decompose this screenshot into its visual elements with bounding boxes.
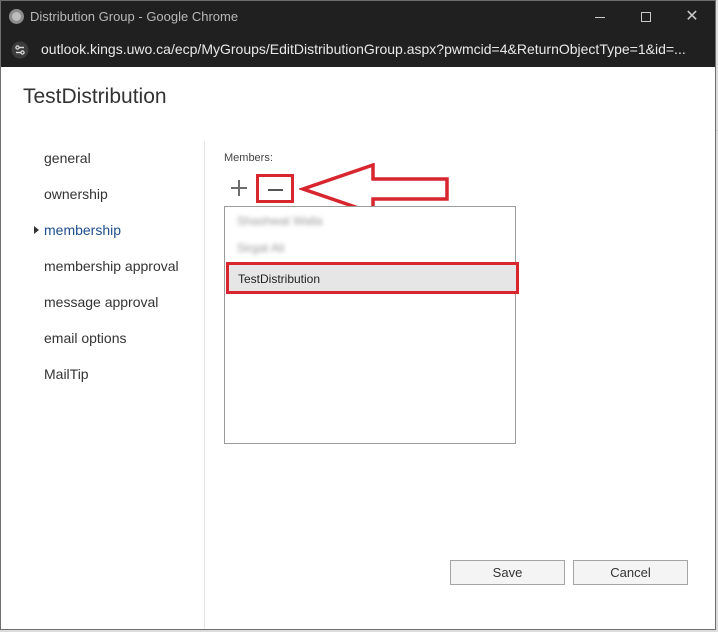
minimize-icon (595, 16, 605, 18)
popup-window: Distribution Group - Google Chrome ✕ out… (0, 0, 716, 630)
selected-list-item[interactable]: TestDistribution (226, 262, 519, 294)
nav-item-membership-approval[interactable]: membership approval (44, 258, 179, 274)
nav-item-general[interactable]: general (44, 150, 91, 166)
window-title: Distribution Group - Google Chrome (30, 9, 239, 24)
close-icon: ✕ (685, 8, 699, 25)
members-label: Members: (224, 152, 273, 164)
cancel-button[interactable]: Cancel (573, 560, 688, 585)
nav-item-email-options[interactable]: email options (44, 330, 127, 346)
close-button[interactable]: ✕ (669, 1, 715, 33)
nav-item-message-approval[interactable]: message approval (44, 294, 158, 310)
list-item[interactable]: Shashwat Walla (237, 214, 323, 228)
minimize-button[interactable] (577, 1, 623, 33)
nav-item-mailtip[interactable]: MailTip (44, 366, 89, 382)
list-item[interactable]: Sirgat Ali (237, 241, 284, 255)
maximize-icon (641, 12, 651, 23)
remove-member-button[interactable] (256, 174, 294, 203)
page-title: TestDistribution (23, 85, 167, 108)
maximize-button[interactable] (623, 1, 669, 33)
url-text[interactable]: outlook.kings.uwo.ca/ecp/MyGroups/EditDi… (41, 41, 709, 57)
nav-divider (204, 141, 205, 629)
chrome-icon (9, 9, 24, 24)
site-settings-icon[interactable] (11, 41, 29, 59)
add-member-icon[interactable] (230, 179, 248, 197)
nav-item-membership[interactable]: membership (44, 222, 121, 238)
selected-member-name: TestDistribution (238, 272, 321, 286)
save-button[interactable]: Save (450, 560, 565, 585)
active-arrow-icon (34, 226, 39, 234)
address-bar: outlook.kings.uwo.ca/ecp/MyGroups/EditDi… (1, 33, 715, 67)
title-bar: Distribution Group - Google Chrome ✕ (1, 1, 715, 33)
members-list: Shashwat Walla Sirgat Ali TestDistributi… (224, 206, 519, 444)
nav-item-ownership[interactable]: ownership (44, 186, 108, 202)
